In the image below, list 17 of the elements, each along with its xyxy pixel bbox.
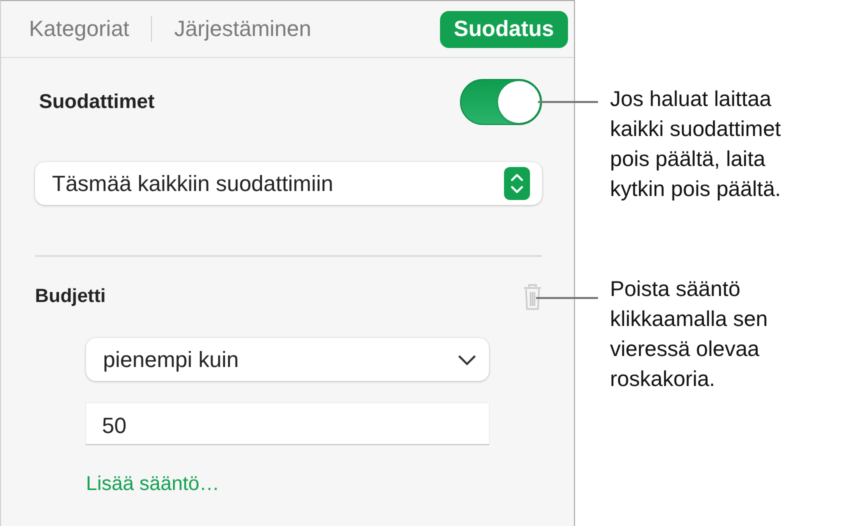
chevron-down-icon <box>457 354 477 366</box>
stepper-icon <box>504 167 530 200</box>
trash-icon[interactable] <box>523 283 542 311</box>
filters-label: Suodattimet <box>39 90 155 114</box>
value-input[interactable]: 50 <box>86 403 489 445</box>
callout-text: Jos haluat laittaa kaikki suodattimet pois päältä, laita kytkin pois päältä. <box>610 86 782 203</box>
toggle-switch[interactable] <box>460 79 542 125</box>
leader-line <box>536 297 598 299</box>
add-rule-link[interactable]: Lisää sääntö… <box>86 473 220 496</box>
leader-line <box>538 101 598 103</box>
tab[interactable]: Järjestäminen <box>160 10 326 48</box>
tab[interactable]: Suodatus <box>440 10 568 48</box>
match-select[interactable]: Täsmää kaikkiin suodattimiin <box>35 162 542 205</box>
rule-label: Budjetti <box>35 286 106 308</box>
callout-text: Poista sääntö klikkaamalla sen vieressä olevaa roskakoria. <box>610 276 769 393</box>
tab[interactable]: Kategoriat <box>15 10 144 48</box>
condition-dropdown[interactable]: pienempi kuin <box>86 338 489 381</box>
